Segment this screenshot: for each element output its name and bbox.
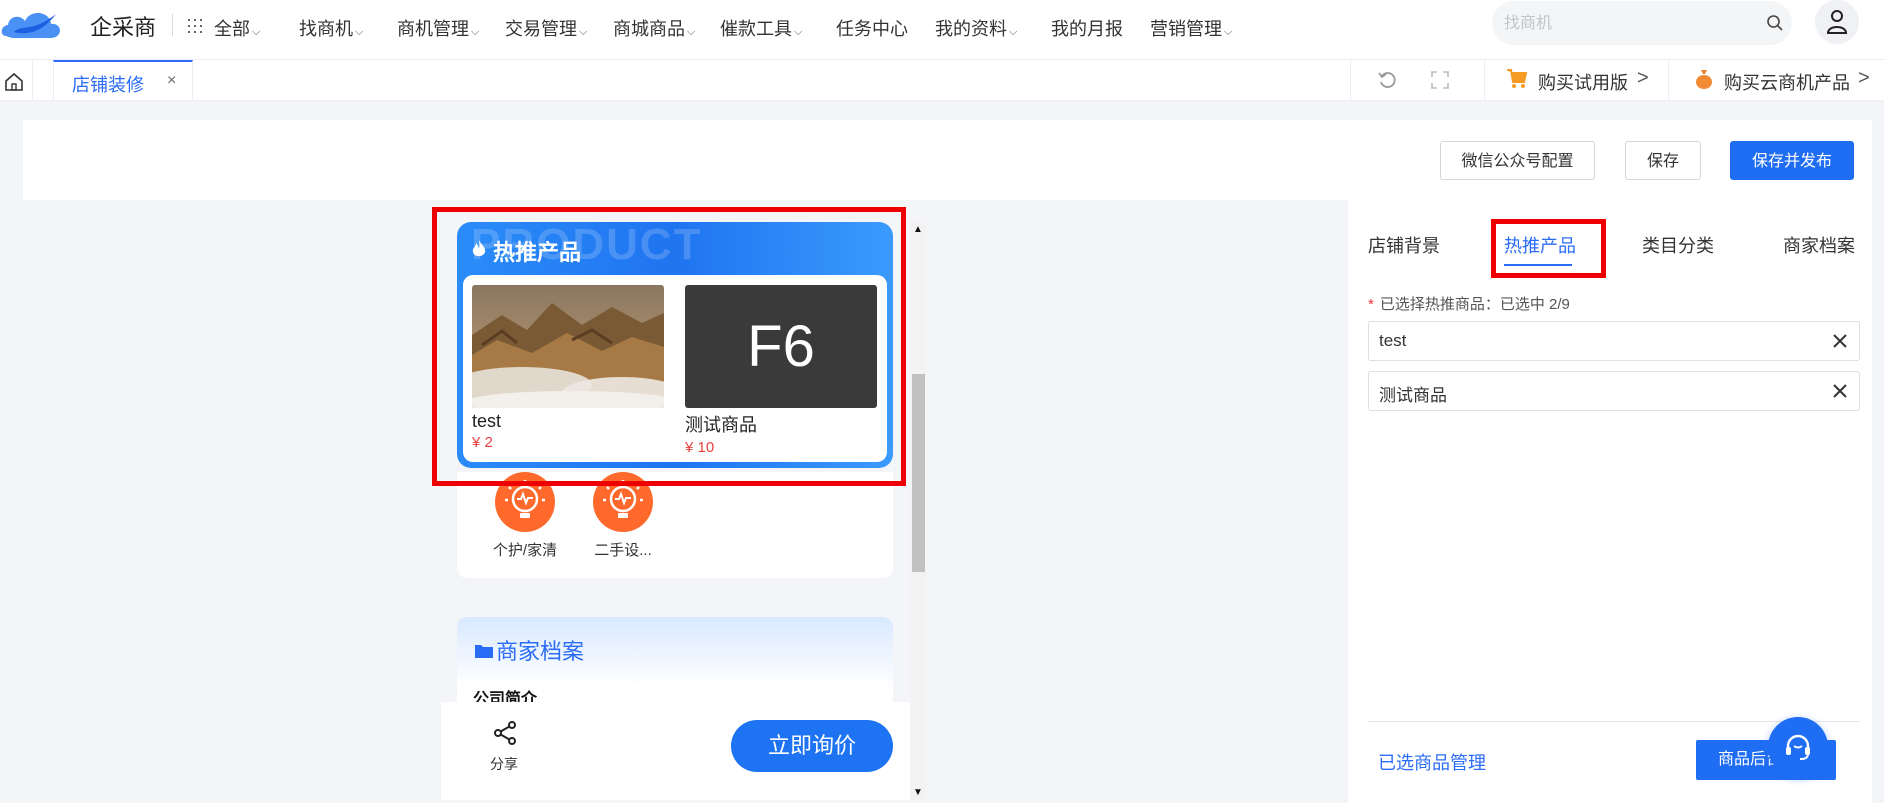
merchant-profile-title: 商家档案 xyxy=(496,639,585,664)
cloud-logo-icon[interactable] xyxy=(0,2,64,46)
nav-item-my-profile[interactable]: 我的资料 ⌵ xyxy=(935,15,1017,41)
close-icon[interactable] xyxy=(1832,383,1848,399)
selected-product-item[interactable]: 测试商品 xyxy=(1368,371,1860,411)
tab-store-decoration[interactable]: 店铺装修 × xyxy=(53,60,193,100)
tab-bar: 店铺装修 × 购买试用版 > 购买云商机产品 > xyxy=(0,60,1884,101)
divider xyxy=(32,60,33,100)
user-avatar[interactable] xyxy=(1815,0,1859,44)
nav-item-all[interactable]: 全部 ⌵ xyxy=(214,15,260,41)
nav-item-find-opportunity[interactable]: 找商机 ⌵ xyxy=(299,15,363,41)
chevron-down-icon: ⌵ xyxy=(794,26,803,38)
nav-item-label: 营销管理 xyxy=(1150,19,1222,39)
nav-item-label: 我的资料 xyxy=(935,19,1007,39)
highlight-box-hot-products-tab xyxy=(1491,219,1606,278)
category-label: 个护/家清 xyxy=(492,542,558,559)
chevron-down-icon: ⌵ xyxy=(579,26,588,38)
nav-item-mall-products[interactable]: 商城商品 ⌵ xyxy=(613,15,695,41)
headset-icon xyxy=(1786,734,1810,760)
search-input[interactable] xyxy=(1502,9,1756,39)
nav-item-task-center[interactable]: 任务中心 xyxy=(836,15,908,41)
settings-panel: 店铺背景 热推产品 类目分类 商家档案 * 已选择热推商品：已选中 2/9 tes… xyxy=(1348,200,1872,803)
nav-item-label: 我的月报 xyxy=(1051,19,1123,39)
nav-item-label: 商城商品 xyxy=(613,19,685,39)
category-label: 二手设... xyxy=(594,542,652,559)
buy-trial-link[interactable]: 购买试用版 xyxy=(1538,69,1628,95)
nav-item-label: 商机管理 xyxy=(397,19,469,39)
selected-product-item[interactable]: test xyxy=(1368,321,1860,361)
divider xyxy=(1668,60,1669,100)
nav-item-monthly-report[interactable]: 我的月报 xyxy=(1051,15,1123,41)
inquire-now-button[interactable]: 立即询价 xyxy=(731,720,893,772)
category-section: 个护/家清 二手设... xyxy=(457,472,893,578)
scroll-down-arrow-icon[interactable]: ▼ xyxy=(913,787,923,798)
tab-category[interactable]: 类目分类 xyxy=(1642,232,1714,258)
customer-service-button[interactable] xyxy=(1768,717,1828,777)
share-icon[interactable] xyxy=(492,720,518,746)
highlight-box-hot-products xyxy=(432,207,906,486)
fullscreen-icon[interactable] xyxy=(1430,70,1450,90)
tab-label: 店铺装修 xyxy=(72,75,144,95)
nav-item-marketing-management[interactable]: 营销管理 ⌵ xyxy=(1150,15,1232,41)
brand-name[interactable]: 企采商 xyxy=(90,10,156,42)
preview-scrollbar[interactable]: ▲ ▼ xyxy=(910,222,926,800)
divider xyxy=(1350,60,1351,100)
share-label: 分享 xyxy=(490,756,518,772)
money-bag-icon xyxy=(1696,70,1712,89)
nav-item-label: 交易管理 xyxy=(505,19,577,39)
chevron-down-icon: ⌵ xyxy=(1009,26,1018,38)
chevron-right-icon: > xyxy=(1637,67,1649,89)
tab-merchant-profile[interactable]: 商家档案 xyxy=(1783,232,1855,258)
chevron-down-icon: ⌵ xyxy=(687,26,696,38)
nav-item-label: 找商机 xyxy=(299,19,353,39)
close-icon[interactable]: × xyxy=(167,72,176,90)
selected-products-management-link[interactable]: 已选商品管理 xyxy=(1378,749,1486,775)
wechat-config-button[interactable]: 微信公众号配置 xyxy=(1440,141,1595,180)
nav-item-collection-tools[interactable]: 催款工具 ⌵ xyxy=(720,15,802,41)
tab-store-background[interactable]: 店铺背景 xyxy=(1368,232,1440,258)
top-navbar: 企采商 全部 ⌵ 找商机 ⌵ 商机管理 ⌵ 交易管理 ⌵ 商城商品 ⌵ 催款工具 ⌵ 任务中… xyxy=(0,0,1884,60)
folder-icon xyxy=(475,645,493,658)
nav-item-label: 任务中心 xyxy=(836,19,908,39)
nav-item-opportunity-management[interactable]: 商机管理 ⌵ xyxy=(397,15,479,41)
selected-products-label: * 已选择热推商品：已选中 2/9 xyxy=(1368,293,1570,314)
chevron-down-icon: ⌵ xyxy=(1224,26,1233,38)
action-toolbar: 微信公众号配置 保存 保存并发布 xyxy=(23,120,1872,200)
buy-cloud-link[interactable]: 购买云商机产品 xyxy=(1724,69,1850,95)
user-icon xyxy=(1826,10,1848,34)
scroll-thumb[interactable] xyxy=(912,374,925,572)
refresh-icon[interactable] xyxy=(1378,70,1398,90)
chevron-down-icon: ⌵ xyxy=(252,26,261,38)
search-box xyxy=(1492,1,1792,45)
close-icon[interactable] xyxy=(1832,333,1848,349)
required-mark: * xyxy=(1368,296,1374,313)
chevron-down-icon: ⌵ xyxy=(355,26,364,38)
selected-product-label: test xyxy=(1379,331,1407,350)
home-icon[interactable] xyxy=(4,72,24,92)
preview-bottom-bar: 分享 立即询价 xyxy=(441,702,910,800)
brand-divider xyxy=(172,14,173,36)
cart-icon xyxy=(1507,69,1528,88)
nav-item-label: 全部 xyxy=(214,19,250,39)
nav-item-label: 催款工具 xyxy=(720,19,792,39)
save-publish-button[interactable]: 保存并发布 xyxy=(1730,141,1854,180)
divider xyxy=(1484,60,1485,100)
nav-item-trade-management[interactable]: 交易管理 ⌵ xyxy=(505,15,587,41)
save-button[interactable]: 保存 xyxy=(1625,141,1701,180)
scroll-up-arrow-icon[interactable]: ▲ xyxy=(913,224,923,235)
chevron-right-icon: > xyxy=(1858,67,1870,89)
selected-product-label: 测试商品 xyxy=(1379,386,1447,405)
selected-products-text: 已选择热推商品：已选中 2/9 xyxy=(1379,296,1570,313)
grid-menu-icon[interactable] xyxy=(188,19,202,33)
search-icon[interactable] xyxy=(1766,14,1784,32)
chevron-down-icon: ⌵ xyxy=(471,26,480,38)
